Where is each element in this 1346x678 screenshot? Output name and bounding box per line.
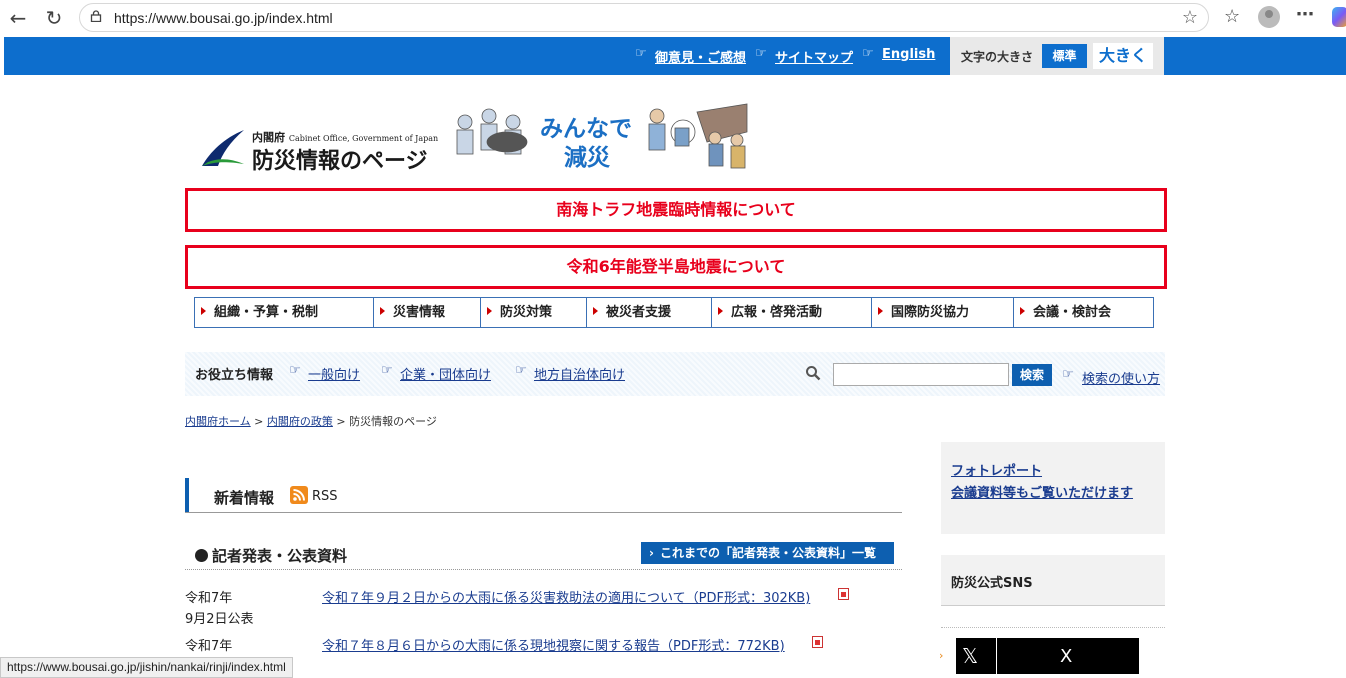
sns-heading: 防災公式SNS [951,576,1033,591]
general-public-link[interactable]: 一般向け [308,364,360,383]
cabinet-office-logo-icon [202,130,244,166]
useful-info-label: お役立ち情報 [195,368,274,383]
triangle-bullet-icon [380,307,385,315]
triangle-bullet-icon [201,307,206,315]
article-link[interactable]: 令和７年９月２日からの大雨に係る災害救助法の適用について（PDF形式：302KB… [322,587,810,606]
x-label: X [1060,646,1073,667]
photo-report-link[interactable]: フォトレポート [951,460,1042,479]
triangle-bullet-icon [718,307,723,315]
triangle-bullet-icon [878,307,883,315]
breadcrumb: 内閣府ホーム > 内閣府の政策 > 防災情報のページ [185,415,437,428]
dotted-divider [185,569,902,570]
chevron-right-icon: › [649,546,654,560]
nav-item-disaster-info[interactable]: 災害情報 [374,298,481,327]
english-link[interactable]: English [882,47,935,62]
status-bar-url: https://www.bousai.go.jp/jishin/nankai/r… [0,657,293,678]
section-accent-bar [185,478,189,512]
breadcrumb-home-link[interactable]: 内閣府ホーム [185,415,251,428]
noto-notice-link[interactable]: 令和6年能登半島地震について [185,245,1167,289]
pointing-hand-icon: ☞ [1062,367,1074,382]
article-date-year: 令和7年 [185,591,233,606]
address-bar[interactable]: https://www.bousai.go.jp/index.html ☆ [79,3,1209,32]
search-help-link[interactable]: 検索の使い方 [1082,368,1160,387]
x-button-divider [996,638,997,674]
business-link[interactable]: 企業・団体向け [400,364,491,383]
nav-item-organization[interactable]: 組織・予算・税制 [195,298,374,327]
press-heading: 記者発表・公表資料 [195,545,347,566]
pointing-hand-icon: ☞ [515,363,527,378]
article-link[interactable]: 令和７年８月６日からの大雨に係る現地視察に関する報告（PDF形式：772KB) [322,635,785,654]
article-date-year: 令和7年 [185,639,233,654]
font-standard-button[interactable]: 標準 [1042,44,1087,68]
font-size-label: 文字の大きさ [961,50,1034,64]
dotted-divider [941,627,1165,628]
breadcrumb-current: 防災情報のページ [349,415,437,428]
profile-avatar[interactable] [1258,6,1280,28]
news-heading: 新着情報 [214,489,275,507]
favorite-star-icon[interactable]: ☆ [1182,7,1198,28]
triangle-bullet-icon [487,307,492,315]
meeting-materials-link[interactable]: 会議資料等もご覧いただけます [951,482,1133,501]
nankai-notice-link[interactable]: 南海トラフ地震臨時情報について [185,188,1167,232]
local-government-link[interactable]: 地方自治体向け [534,364,625,383]
search-input[interactable] [833,363,1009,386]
browser-toolbar: ← ↻ https://www.bousai.go.jp/index.html … [0,0,1346,36]
url-text: https://www.bousai.go.jp/index.html [114,10,333,26]
pointing-hand-icon: ☞ [381,363,393,378]
nav-item-prevention[interactable]: 防災対策 [481,298,587,327]
pointing-hand-icon: ☞ [755,46,767,61]
breadcrumb-policy-link[interactable]: 内閣府の政策 [267,415,333,428]
bullet-dot-icon [195,549,208,562]
pdf-icon [812,636,823,648]
article-date-day: 9月2日公表 [185,612,254,627]
more-menu-icon[interactable]: ⋯ [1296,4,1314,25]
section-divider [185,512,902,513]
slogan-line2: 減災 [564,145,610,171]
pointing-hand-icon: ☞ [862,46,874,61]
main-navigation: 組織・予算・税制 災害情報 防災対策 被災者支援 広報・啓発活動 国際防災協力 … [194,297,1154,328]
sitemap-link[interactable]: サイトマップ [775,47,853,66]
copilot-icon[interactable] [1332,7,1346,27]
nav-item-international[interactable]: 国際防災協力 [872,298,1014,327]
x-account-button[interactable] [956,638,1139,674]
nav-item-public-relations[interactable]: 広報・啓発活動 [712,298,872,327]
lock-icon [90,10,102,22]
back-arrow-icon[interactable]: ← [6,6,30,30]
pointing-hand-icon: ☞ [289,363,301,378]
chevron-right-icon: › [939,649,944,662]
nav-item-victim-support[interactable]: 被災者支援 [587,298,712,327]
rss-icon[interactable] [290,486,308,504]
feedback-link[interactable]: 御意見・ご感想 [655,47,746,66]
search-icon [806,366,821,381]
font-large-button[interactable]: 大きく [1093,43,1153,69]
triangle-bullet-icon [1020,307,1025,315]
x-logo-icon: 𝕏 [962,644,979,668]
site-title[interactable]: 防災情報のページ [252,143,428,175]
pointing-hand-icon: ☞ [635,46,647,61]
pdf-icon [838,588,849,600]
nav-item-meetings[interactable]: 会議・検討会 [1014,298,1153,327]
search-button[interactable]: 検索 [1012,364,1052,386]
reload-icon[interactable]: ↻ [42,6,66,30]
press-archive-button[interactable]: › これまでの「記者発表・公表資料」一覧 [641,542,894,564]
favorites-list-icon[interactable]: ☆ [1224,6,1240,27]
triangle-bullet-icon [593,307,598,315]
rss-label[interactable]: RSS [312,489,338,504]
